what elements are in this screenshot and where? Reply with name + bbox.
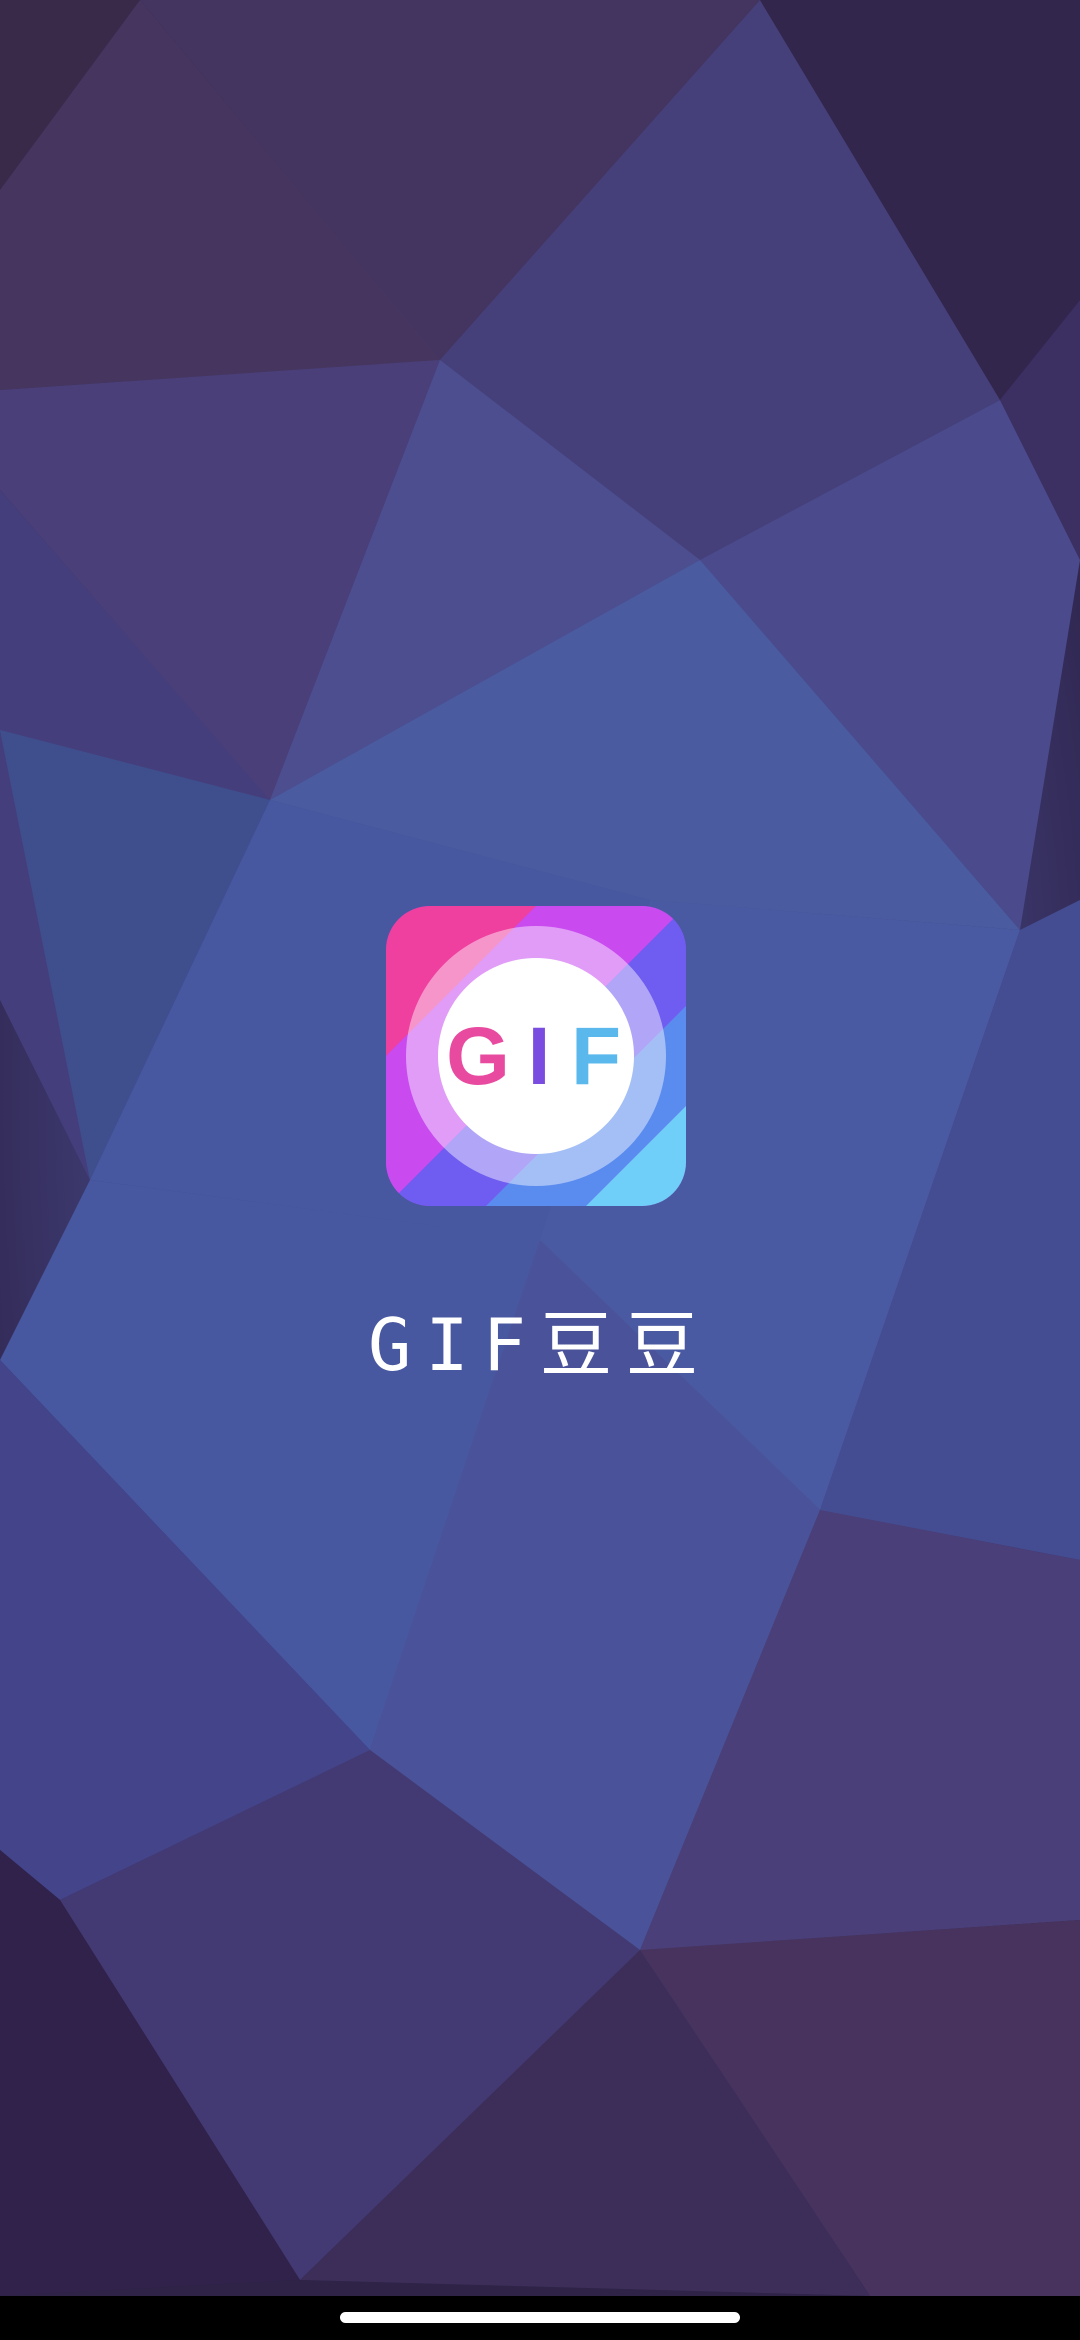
icon-letter-f: F xyxy=(571,1011,621,1102)
home-indicator[interactable] xyxy=(340,2312,740,2323)
system-navigation-bar xyxy=(0,2296,1080,2340)
icon-letter-g: G xyxy=(446,1011,510,1102)
splash-screen: G I F GIF豆豆 xyxy=(0,0,1080,2340)
app-name-title: GIF豆豆 xyxy=(367,1303,713,1387)
icon-letter-i: I xyxy=(528,1011,551,1102)
gif-app-icon: G I F xyxy=(386,906,686,1206)
